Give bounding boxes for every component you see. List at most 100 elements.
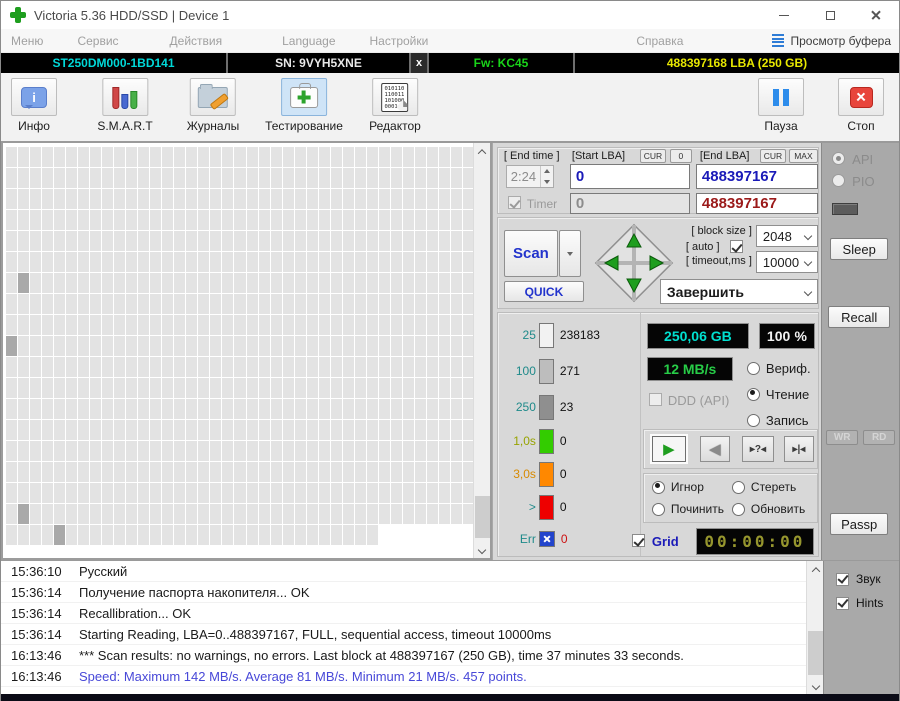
scan-block	[162, 525, 174, 545]
scan-block	[354, 399, 366, 419]
start-lba-input[interactable]: 0	[569, 164, 690, 189]
editor-tool-button[interactable]: 010110 110011 101000 0001 Редактор	[369, 78, 421, 133]
log-list: 15:36:10 Русский 15:36:14 Получение паспорт…	[1, 561, 806, 694]
action-radio-3[interactable]: Обновить	[731, 502, 805, 516]
menu-item-2[interactable]: Действия	[170, 34, 223, 48]
scan-block	[114, 315, 126, 335]
scan-block	[366, 462, 378, 482]
hints-checkbox-row[interactable]: Hints	[836, 596, 883, 610]
start-cur-button[interactable]: CUR	[639, 149, 666, 163]
scroll-thumb[interactable]	[808, 631, 823, 675]
scan-block	[330, 210, 342, 230]
passp-button[interactable]: Passp	[830, 513, 889, 535]
sound-checkbox-row[interactable]: Звук	[836, 572, 881, 586]
chevron-down-icon	[803, 257, 813, 267]
seek-scan-button[interactable]: ▸?◂	[741, 436, 774, 462]
scroll-down-icon[interactable]	[807, 677, 824, 694]
scan-block	[258, 147, 270, 167]
timeout-combo[interactable]: 10000	[755, 251, 818, 273]
after-action-combo[interactable]: Завершить	[659, 279, 818, 304]
menu-item-5[interactable]: Справка	[636, 34, 683, 48]
end-max-button[interactable]: MAX	[788, 149, 818, 163]
end-time-spinner[interactable]: 2:24	[505, 165, 554, 188]
quick-button[interactable]: QUICK	[503, 281, 584, 302]
scan-dropdown-button[interactable]	[558, 230, 581, 277]
device-detach-button[interactable]: x	[411, 53, 429, 73]
test-tool-button[interactable]: Тестирование	[265, 78, 343, 133]
buffer-view-button[interactable]: Просмотр буфера	[772, 34, 891, 48]
spinner-arrows[interactable]	[539, 166, 553, 187]
auto-checkbox[interactable]	[729, 240, 743, 253]
scan-block	[138, 252, 150, 272]
scan-block	[30, 147, 42, 167]
start-zero-button[interactable]: 0	[669, 149, 692, 163]
scan-block	[390, 168, 402, 188]
rewind-button[interactable]: ◀	[699, 436, 730, 462]
play-button[interactable]: ▶	[651, 436, 686, 462]
smart-tool-button[interactable]: S.M.A.R.T	[97, 78, 153, 133]
minimize-button[interactable]	[761, 1, 807, 29]
scan-block	[102, 357, 114, 377]
scan-block	[258, 294, 270, 314]
hints-checkbox[interactable]	[836, 596, 849, 610]
scan-block	[366, 231, 378, 251]
stop-button[interactable]: Стоп	[838, 78, 884, 133]
scan-map-scrollbar[interactable]	[472, 143, 491, 558]
scan-block	[354, 441, 366, 461]
api-radio	[832, 152, 846, 165]
scan-block	[66, 462, 78, 482]
scan-block	[306, 252, 318, 272]
hints-label: Hints	[856, 596, 884, 610]
grid-checkbox[interactable]	[631, 534, 645, 547]
recall-button[interactable]: Recall	[828, 306, 891, 328]
scroll-up-icon[interactable]	[807, 561, 824, 578]
scan-button[interactable]: Scan	[503, 230, 558, 277]
scan-block	[414, 273, 426, 293]
scan-block	[138, 231, 150, 251]
menu-item-3[interactable]: Language	[282, 34, 335, 48]
scan-block	[282, 252, 294, 272]
end-lba-input2[interactable]: 488397167	[695, 193, 818, 214]
scan-block	[222, 273, 234, 293]
scroll-up-icon[interactable]	[474, 143, 491, 160]
mode-radio-2[interactable]: Запись	[746, 413, 809, 428]
menu-item-1[interactable]: Сервис	[77, 34, 118, 48]
stat-row-3,0s: 3,0s 0	[498, 461, 567, 487]
end-lba-input[interactable]: 488397167	[695, 164, 818, 189]
action-radio-2[interactable]: Починить	[651, 502, 724, 516]
pause-button[interactable]: Пауза	[758, 78, 804, 133]
mode-radio-1[interactable]: Чтение	[746, 387, 809, 402]
scan-block	[198, 252, 210, 272]
scan-block	[342, 168, 354, 188]
menu-item-4[interactable]: Настройки	[370, 34, 429, 48]
scan-block	[390, 147, 402, 167]
info-tool-button[interactable]: i Инфо	[11, 78, 57, 133]
scan-block	[426, 336, 438, 356]
logs-tool-button[interactable]: Журналы	[187, 78, 239, 133]
scan-block	[294, 252, 306, 272]
action-radio-1[interactable]: Стереть	[731, 480, 796, 494]
log-scrollbar[interactable]	[806, 561, 823, 694]
block-size-combo[interactable]: 2048	[755, 225, 818, 247]
menu-item-0[interactable]: Меню	[11, 34, 43, 48]
scan-block	[438, 378, 450, 398]
logs-tool-label: Журналы	[186, 119, 240, 133]
mode-radio-0[interactable]: Вериф.	[746, 361, 811, 376]
end-cur-button[interactable]: CUR	[759, 149, 786, 163]
scan-block	[306, 483, 318, 503]
close-button[interactable]	[853, 1, 899, 29]
scroll-thumb[interactable]	[474, 496, 490, 538]
scan-block	[438, 357, 450, 377]
scan-block	[318, 525, 330, 545]
scan-block	[390, 357, 402, 377]
scan-block	[102, 168, 114, 188]
scan-block	[330, 378, 342, 398]
scan-block	[342, 189, 354, 209]
action-radio-0[interactable]: Игнор	[651, 480, 704, 494]
scroll-down-icon[interactable]	[474, 541, 491, 558]
maximize-button[interactable]	[807, 1, 853, 29]
sound-checkbox[interactable]	[836, 572, 849, 586]
seek-end-button[interactable]: ▸|◂	[783, 436, 814, 462]
scan-block	[54, 483, 66, 503]
sleep-button[interactable]: Sleep	[830, 238, 889, 260]
